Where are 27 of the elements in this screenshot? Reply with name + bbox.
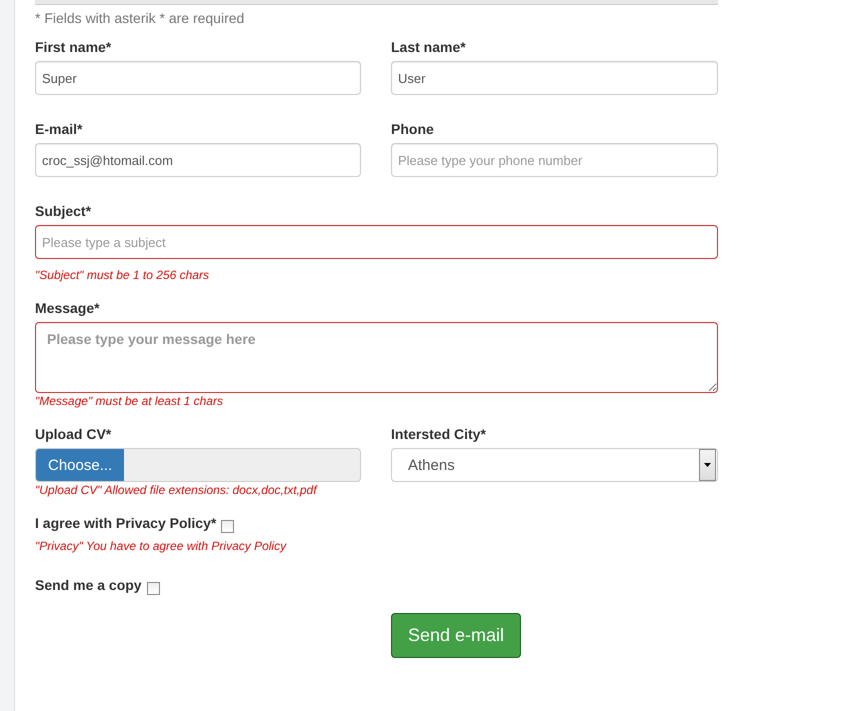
- caret-icon: [699, 449, 716, 481]
- error-message: "Upload CV" Allowed file extensions: docx,doc,txt,pdf: [35, 483, 318, 497]
- field-label: Subject*: [35, 203, 92, 219]
- error-message: "Message" must be at least 1 chars: [35, 394, 224, 408]
- field-label: Last name*: [391, 39, 467, 55]
- text-field[interactable]: Please type a subject: [35, 225, 718, 259]
- required-note: * Fields with asterik * are required: [35, 10, 246, 26]
- checkbox[interactable]: [221, 520, 234, 533]
- field-label: Message*: [35, 300, 101, 316]
- field-label: Phone: [391, 121, 435, 137]
- error-message: "Subject" must be 1 to 256 chars: [35, 268, 210, 282]
- file-field[interactable]: Choose...: [35, 448, 361, 482]
- text-field[interactable]: User: [391, 61, 718, 95]
- dropdown-value: Athens: [408, 456, 455, 474]
- checkbox[interactable]: [146, 582, 160, 595]
- field-label: Intersted City*: [391, 426, 487, 442]
- error-message: "Privacy" You have to agree with Privacy Policy: [35, 539, 288, 553]
- field-label: I agree with Privacy Policy*: [35, 515, 216, 531]
- choose-button[interactable]: Choose...: [36, 449, 124, 481]
- text-field[interactable]: Super: [35, 61, 361, 95]
- field-label: First name*: [35, 39, 112, 55]
- field-label: Upload CV*: [35, 426, 112, 442]
- field-label: Send me a copy: [35, 577, 142, 593]
- field-label: E-mail*: [35, 121, 84, 137]
- city-dropdown[interactable]: Athens: [391, 448, 718, 482]
- message-field[interactable]: Please type your message here: [35, 322, 718, 393]
- text-field[interactable]: croc_ssj@htomail.com: [35, 143, 361, 177]
